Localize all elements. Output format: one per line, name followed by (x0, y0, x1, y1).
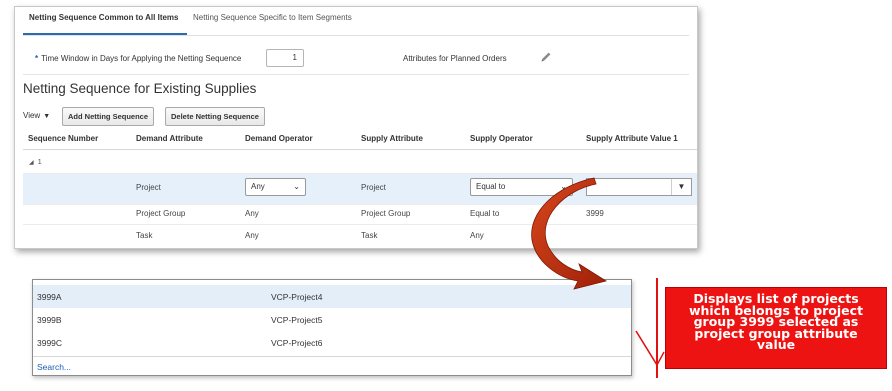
search-link[interactable]: Search... (37, 362, 71, 372)
add-netting-sequence-button[interactable]: Add Netting Sequence (62, 107, 155, 126)
project-name: VCP-Project5 (271, 315, 323, 325)
cell-supply-attribute: Project (361, 183, 386, 192)
chevron-down-icon: ⌄ (560, 182, 567, 191)
project-code: 3999C (37, 338, 63, 348)
tab-bar: Netting Sequence Common to All Items Net… (15, 7, 697, 36)
list-item[interactable]: 3999C VCP-Project6 (33, 331, 631, 354)
tab-divider (23, 35, 689, 36)
dropdown-arrow-icon[interactable]: ▼ (671, 179, 691, 195)
project-dropdown-list: 3999A VCP-Project4 3999B VCP-Project5 39… (32, 279, 632, 376)
group-number: 1 (37, 157, 42, 166)
project-code: 3999A (37, 292, 62, 302)
cell-supply-attribute: Project Group (361, 209, 411, 218)
group-row[interactable]: ◢ 1 (29, 157, 42, 166)
row-divider (23, 204, 697, 205)
list-divider (33, 356, 631, 357)
supply-operator-select[interactable]: Equal to ⌄ (470, 178, 573, 196)
required-indicator: * (35, 54, 39, 63)
time-window-label-text: Time Window in Days for Applying the Net… (41, 54, 242, 63)
caret-down-icon: ▼ (43, 113, 51, 120)
annotation-callout: Displays list of projects which belongs … (665, 287, 887, 369)
chevron-down-icon: ⌄ (293, 182, 300, 191)
cell-demand-attribute: Task (136, 231, 153, 240)
col-demand-operator[interactable]: Demand Operator (245, 134, 313, 143)
triangle-down-icon[interactable]: ◢ (29, 160, 34, 166)
cell-supply-attribute-value: 3999 (586, 209, 604, 218)
time-window-input[interactable]: 1 (266, 49, 304, 67)
section-title: Netting Sequence for Existing Supplies (23, 81, 257, 96)
list-item[interactable]: 3999B VCP-Project5 (33, 308, 631, 331)
supply-operator-value: Equal to (476, 182, 506, 191)
tab-specific-to-item-segments[interactable]: Netting Sequence Specific to Item Segmen… (193, 13, 352, 22)
col-demand-attribute[interactable]: Demand Attribute (136, 134, 203, 143)
demand-operator-select[interactable]: Any ⌄ (245, 178, 306, 196)
cell-supply-operator: Any (470, 231, 484, 240)
project-name: VCP-Project4 (271, 292, 323, 302)
project-code: 3999B (37, 315, 62, 325)
supply-attribute-value-input[interactable]: ▼ (586, 178, 692, 196)
col-supply-attribute-value-1[interactable]: Supply Attribute Value 1 (586, 134, 678, 143)
header-divider (23, 149, 697, 150)
row-divider (23, 224, 697, 225)
cell-demand-attribute: Project Group (136, 209, 186, 218)
callout-line: value (756, 337, 796, 352)
netting-sequence-panel: Netting Sequence Common to All Items Net… (14, 6, 698, 249)
cell-demand-attribute: Project (136, 183, 161, 192)
pencil-icon[interactable] (539, 50, 553, 64)
col-sequence-number[interactable]: Sequence Number (28, 134, 98, 143)
col-supply-operator[interactable]: Supply Operator (470, 134, 533, 143)
project-name: VCP-Project6 (271, 338, 323, 348)
view-menu[interactable]: View ▼ (23, 111, 50, 120)
divider (23, 74, 689, 75)
list-item[interactable]: 3999A VCP-Project4 (33, 285, 631, 308)
view-menu-label: View (23, 111, 41, 120)
cell-demand-operator: Any (245, 231, 259, 240)
callout-bracket-line (656, 278, 658, 378)
cell-supply-operator: Equal to (470, 209, 500, 218)
delete-netting-sequence-button[interactable]: Delete Netting Sequence (165, 107, 265, 126)
tab-common-to-all-items[interactable]: Netting Sequence Common to All Items (29, 13, 179, 22)
attributes-for-planned-orders-label: Attributes for Planned Orders (403, 54, 507, 63)
demand-operator-value: Any (251, 182, 265, 191)
col-supply-attribute[interactable]: Supply Attribute (361, 134, 423, 143)
cell-supply-attribute: Task (361, 231, 378, 240)
time-window-label: * Time Window in Days for Applying the Ne… (35, 54, 241, 63)
cell-demand-operator: Any (245, 209, 259, 218)
